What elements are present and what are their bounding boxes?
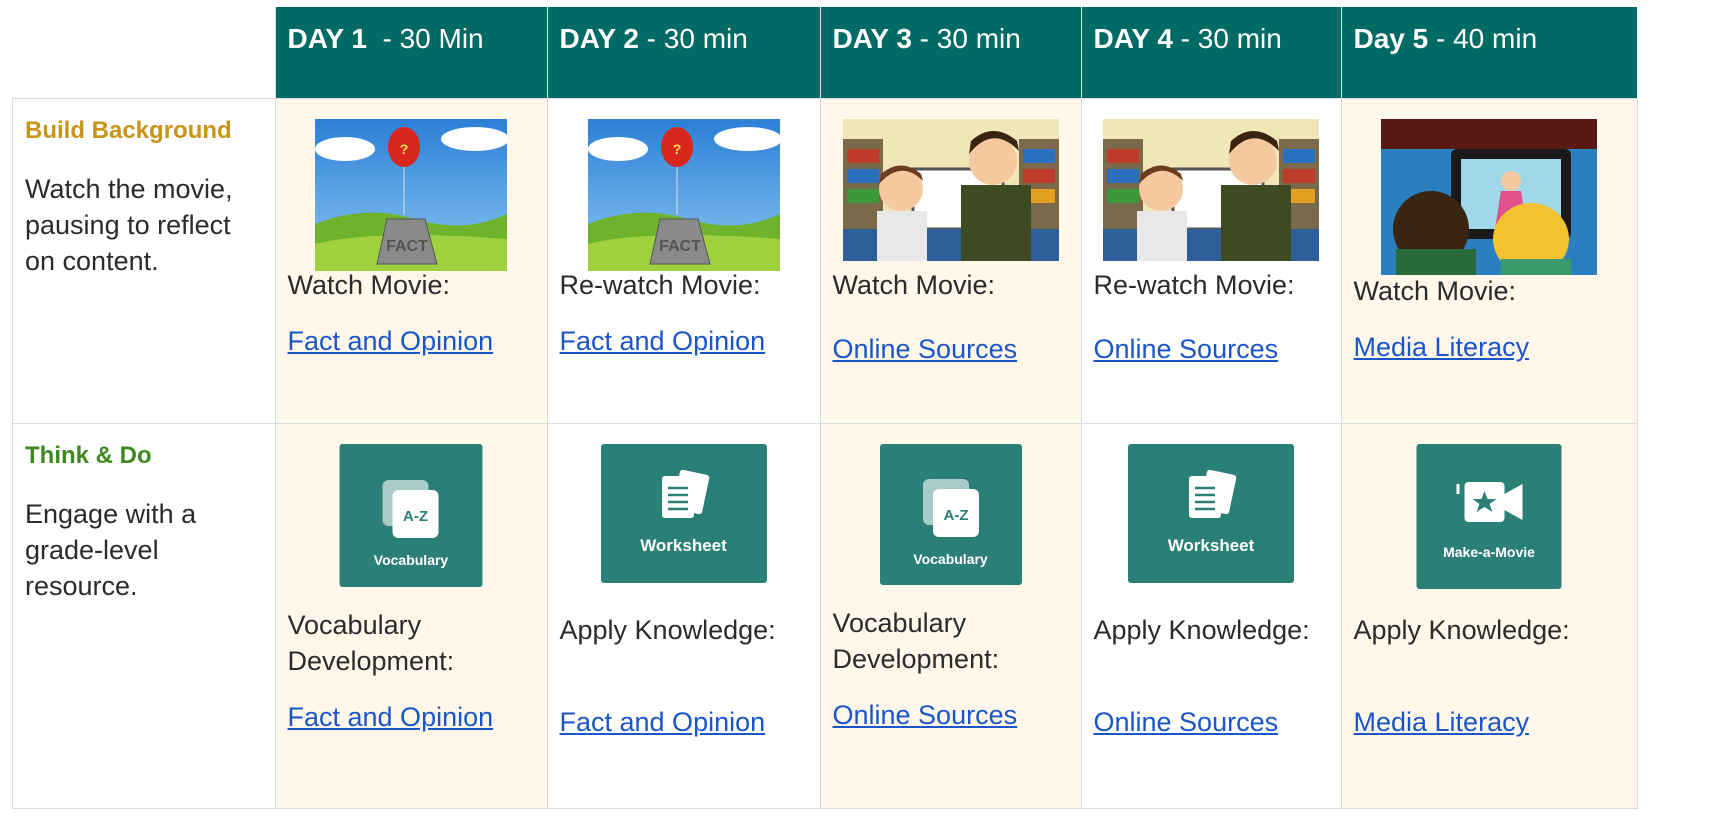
build-background-row: Build Background Watch the movie, pausin…: [12, 98, 1638, 424]
action-text: Apply Knowledge:: [1093, 615, 1310, 645]
day-label: DAY 1: [287, 23, 367, 54]
build-day-3-cell: Watch Movie: Online Sources: [819, 98, 1082, 424]
worksheet-icon: [1189, 470, 1237, 518]
resource-label: Make-a-Movie: [1443, 544, 1535, 560]
resource-link[interactable]: Fact and Opinion: [560, 704, 766, 740]
lesson-plan-table: DAY 1 - 30 Min DAY 2 - 30 min DAY 3 - 30…: [12, 7, 1638, 809]
header-corner: [12, 7, 275, 99]
vocabulary-button[interactable]: A-Z Vocabulary: [339, 444, 483, 587]
day-3-header: DAY 3 - 30 min: [819, 7, 1081, 99]
header-row: DAY 1 - 30 Min DAY 2 - 30 min DAY 3 - 30…: [12, 7, 1637, 99]
movie-link[interactable]: Online Sources: [833, 331, 1018, 367]
day-label: DAY 2: [559, 23, 639, 54]
svg-text:FACT: FACT: [659, 238, 701, 255]
action-text: Apply Knowledge:: [1353, 615, 1570, 645]
row-title: Build Background: [25, 117, 232, 144]
media-literacy-thumbnail[interactable]: [1381, 119, 1597, 275]
svg-text:?: ?: [672, 141, 681, 157]
online-sources-thumbnail[interactable]: [842, 119, 1059, 261]
fact-opinion-thumbnail[interactable]: ? FACT: [587, 119, 780, 271]
movie-camera-icon: [1456, 482, 1523, 522]
think-do-label-cell: Think & Do Engage with a grade-level res…: [12, 423, 276, 809]
think-day-1-cell: A-Z Vocabulary Vocabulary Development: F…: [274, 423, 548, 809]
worksheet-icon: [661, 470, 709, 518]
think-day-3-cell: A-Z Vocabulary Vocabulary Development: O…: [819, 423, 1082, 809]
worksheet-button[interactable]: Worksheet: [1128, 444, 1294, 583]
vocabulary-cards-icon: A-Z: [922, 479, 979, 537]
build-day-2-cell: ? FACT Re-watch Movie: Fact and Opinion: [546, 98, 821, 424]
movie-link[interactable]: Fact and Opinion: [560, 323, 766, 359]
action-text: Watch Movie:: [287, 270, 451, 300]
worksheet-button[interactable]: Worksheet: [600, 444, 767, 583]
vocabulary-button[interactable]: A-Z Vocabulary: [879, 444, 1022, 585]
day-5-header: Day 5 - 40 min: [1340, 7, 1637, 99]
fact-opinion-thumbnail[interactable]: ? FACT: [315, 119, 507, 271]
resource-label: Vocabulary: [913, 551, 988, 567]
movie-link[interactable]: Media Literacy: [1354, 329, 1530, 365]
build-day-1-cell: ? FACT Watch Movie: Fact and Opinion: [274, 98, 548, 424]
day-duration: - 30 min: [1172, 23, 1282, 54]
movie-link[interactable]: Fact and Opinion: [288, 323, 494, 359]
resource-link[interactable]: Fact and Opinion: [288, 699, 494, 735]
svg-text:A-Z: A-Z: [403, 508, 428, 525]
day-2-header: DAY 2 - 30 min: [546, 7, 820, 99]
row-title: Think & Do: [25, 442, 152, 469]
movie-link[interactable]: Online Sources: [1094, 331, 1279, 367]
resource-label: Vocabulary: [373, 552, 449, 568]
day-duration: - 40 min: [1428, 23, 1538, 54]
resource-label: Worksheet: [1167, 536, 1255, 555]
vocabulary-cards-icon: A-Z: [382, 480, 439, 538]
action-text: Vocabulary Development:: [287, 610, 455, 676]
day-duration: - 30 Min: [366, 23, 484, 54]
build-day-4-cell: Re-watch Movie: Online Sources: [1080, 98, 1342, 424]
svg-text:?: ?: [400, 141, 409, 157]
day-4-header: DAY 4 - 30 min: [1080, 7, 1341, 99]
resource-link[interactable]: Online Sources: [833, 697, 1018, 733]
svg-text:FACT: FACT: [386, 238, 428, 255]
day-label: Day 5: [1353, 23, 1429, 54]
day-label: DAY 3: [832, 23, 912, 54]
think-day-5-cell: Make-a-Movie Apply Knowledge: Media Lite…: [1340, 423, 1638, 809]
day-duration: - 30 min: [638, 23, 748, 54]
action-text: Vocabulary Development:: [832, 608, 1000, 674]
day-1-header: DAY 1 - 30 Min: [274, 7, 547, 99]
action-text: Re-watch Movie:: [1093, 270, 1295, 300]
day-label: DAY 4: [1093, 23, 1173, 54]
think-day-4-cell: Worksheet Apply Knowledge: Online Source…: [1080, 423, 1342, 809]
svg-text:A-Z: A-Z: [943, 507, 968, 524]
build-background-label-cell: Build Background Watch the movie, pausin…: [12, 98, 276, 424]
action-text: Watch Movie:: [832, 270, 996, 300]
action-text: Apply Knowledge:: [559, 615, 776, 645]
row-description: Watch the movie, pausing to reflect on c…: [25, 174, 233, 276]
resource-link[interactable]: Media Literacy: [1354, 704, 1530, 740]
resource-link[interactable]: Online Sources: [1094, 704, 1279, 740]
build-day-5-cell: Watch Movie: Media Literacy: [1340, 98, 1638, 424]
think-day-2-cell: Worksheet Apply Knowledge: Fact and Opin…: [546, 423, 821, 809]
action-text: Re-watch Movie:: [559, 270, 761, 300]
make-a-movie-button[interactable]: Make-a-Movie: [1416, 444, 1562, 589]
online-sources-thumbnail[interactable]: [1103, 119, 1319, 261]
think-do-row: Think & Do Engage with a grade-level res…: [12, 423, 1638, 809]
row-description: Engage with a grade-level resource.: [25, 499, 197, 601]
action-text: Watch Movie:: [1353, 276, 1517, 306]
resource-label: Worksheet: [640, 536, 727, 555]
day-duration: - 30 min: [911, 23, 1021, 54]
